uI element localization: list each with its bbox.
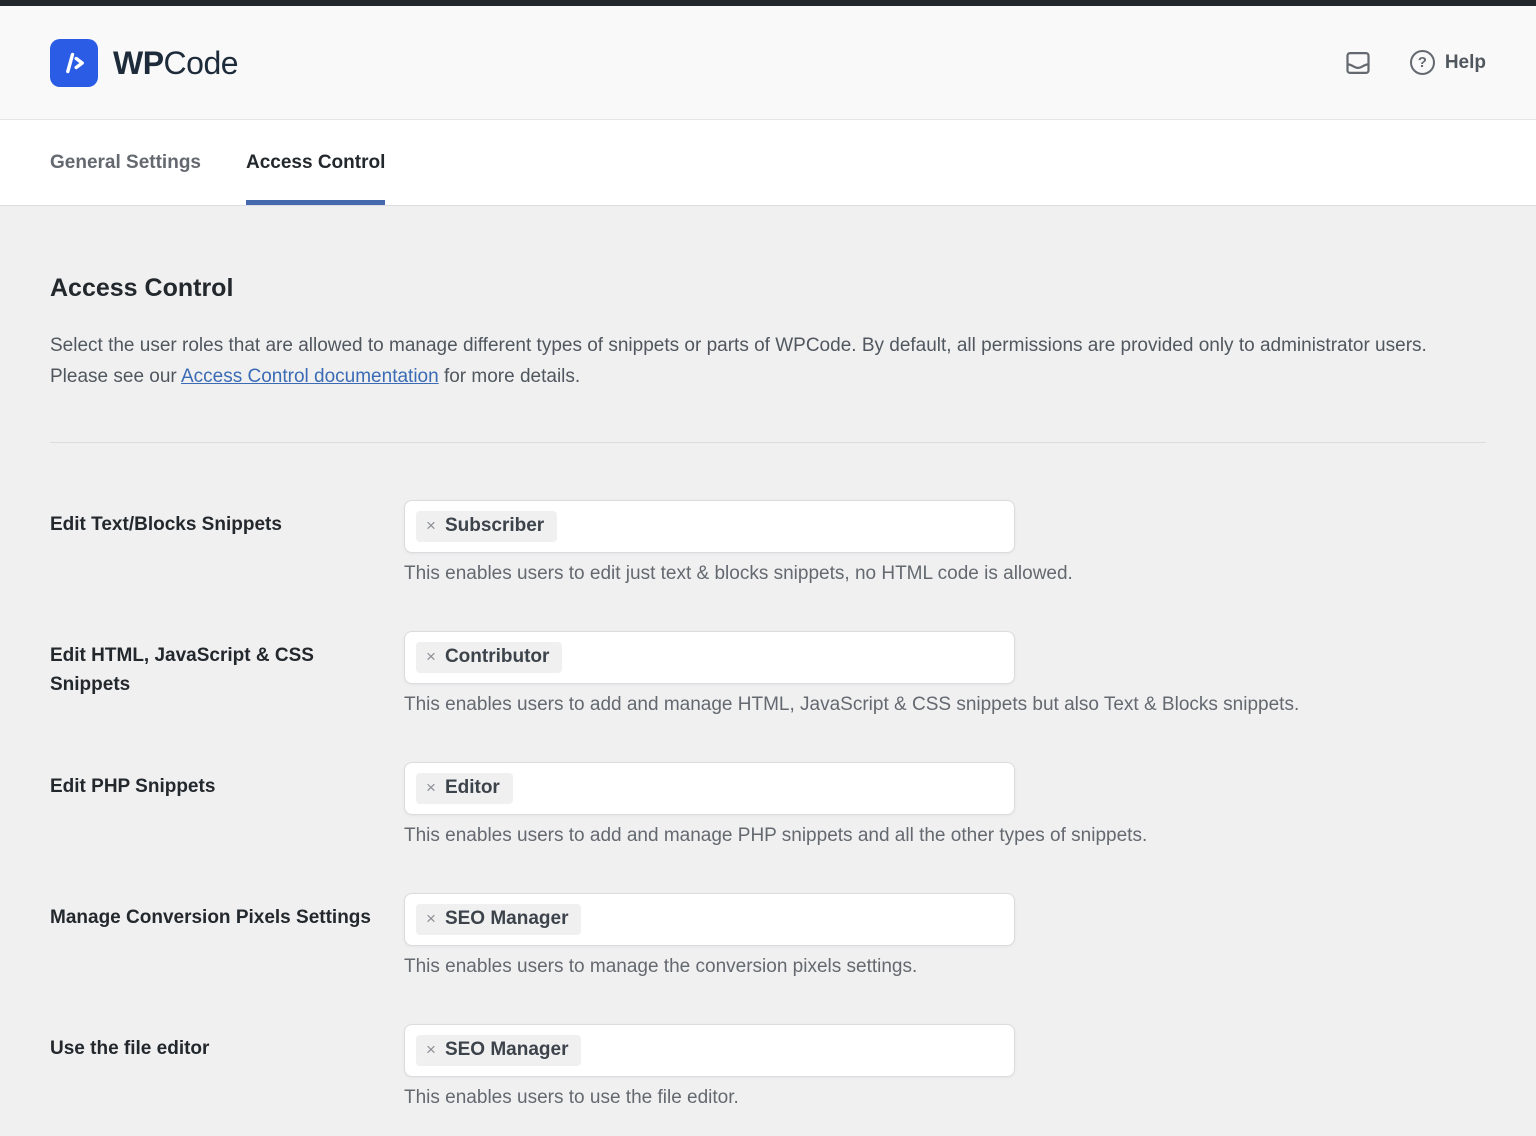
role-tag: × SEO Manager: [416, 1035, 581, 1067]
page-title: Access Control: [50, 274, 1486, 303]
field-control: × Editor This enables users to add and m…: [404, 762, 1486, 847]
tab-access-control[interactable]: Access Control: [246, 120, 385, 205]
access-control-documentation-link[interactable]: Access Control documentation: [181, 366, 439, 387]
help-button[interactable]: ? Help: [1410, 50, 1486, 75]
field-label: Use the file editor: [50, 1024, 404, 1109]
page-description: Select the user roles that are allowed t…: [50, 330, 1446, 392]
wpcode-brand: WPCode: [50, 39, 238, 87]
role-multiselect-input[interactable]: × Editor: [404, 762, 1015, 815]
field-label: Edit HTML, JavaScript & CSS Snippets: [50, 631, 404, 716]
field-label: Edit PHP Snippets: [50, 762, 404, 847]
field-help-text: This enables users to manage the convers…: [404, 956, 1486, 978]
brand-name-code: Code: [164, 45, 239, 81]
brand-name-wp: WP: [113, 45, 164, 81]
role-tag-label: Editor: [445, 778, 500, 799]
field-help-text: This enables users to edit just text & b…: [404, 563, 1486, 585]
remove-role-icon[interactable]: ×: [426, 779, 436, 798]
description-text-after: for more details.: [439, 366, 581, 387]
settings-field-row: Edit PHP Snippets × Editor This enables …: [50, 762, 1486, 847]
role-tag: × Subscriber: [416, 511, 557, 543]
role-tag-label: SEO Manager: [445, 909, 569, 930]
question-circle-icon: ?: [1410, 50, 1435, 75]
field-help-text: This enables users to add and manage HTM…: [404, 694, 1486, 716]
inbox-icon[interactable]: [1344, 49, 1372, 77]
access-control-panel: Access Control Select the user roles tha…: [0, 274, 1536, 1109]
help-label: Help: [1445, 52, 1486, 74]
role-multiselect-input[interactable]: × Contributor: [404, 631, 1015, 684]
settings-field-row: Use the file editor × SEO Manager This e…: [50, 1024, 1486, 1109]
remove-role-icon[interactable]: ×: [426, 1041, 436, 1060]
field-label: Edit Text/Blocks Snippets: [50, 500, 404, 585]
role-multiselect-input[interactable]: × SEO Manager: [404, 1024, 1015, 1077]
settings-field-row: Manage Conversion Pixels Settings × SEO …: [50, 893, 1486, 978]
role-multiselect-input[interactable]: × Subscriber: [404, 500, 1015, 553]
remove-role-icon[interactable]: ×: [426, 517, 436, 536]
settings-field-row: Edit HTML, JavaScript & CSS Snippets × C…: [50, 631, 1486, 716]
role-tag: × Contributor: [416, 642, 562, 674]
settings-field-row: Edit Text/Blocks Snippets × Subscriber T…: [50, 500, 1486, 585]
role-tag-label: SEO Manager: [445, 1040, 569, 1061]
app-header: WPCode ? Help: [0, 6, 1536, 120]
header-actions: ? Help: [1344, 49, 1486, 77]
role-tag: × Editor: [416, 773, 513, 805]
role-multiselect-input[interactable]: × SEO Manager: [404, 893, 1015, 946]
field-help-text: This enables users to add and manage PHP…: [404, 825, 1486, 847]
section-divider: [50, 442, 1486, 443]
field-control: × SEO Manager This enables users to use …: [404, 1024, 1486, 1109]
field-control: × SEO Manager This enables users to mana…: [404, 893, 1486, 978]
wpcode-logo-icon: [50, 39, 98, 87]
role-tag-label: Contributor: [445, 647, 549, 668]
field-help-text: This enables users to use the file edito…: [404, 1087, 1486, 1109]
field-label: Manage Conversion Pixels Settings: [50, 893, 404, 978]
settings-tab-bar: General Settings Access Control: [0, 120, 1536, 206]
tab-general-settings[interactable]: General Settings: [50, 120, 201, 205]
field-control: × Contributor This enables users to add …: [404, 631, 1486, 716]
fields-list: Edit Text/Blocks Snippets × Subscriber T…: [50, 500, 1486, 1109]
field-control: × Subscriber This enables users to edit …: [404, 500, 1486, 585]
role-tag: × SEO Manager: [416, 904, 581, 936]
remove-role-icon[interactable]: ×: [426, 648, 436, 667]
brand-name: WPCode: [113, 47, 238, 79]
role-tag-label: Subscriber: [445, 516, 544, 537]
remove-role-icon[interactable]: ×: [426, 910, 436, 929]
